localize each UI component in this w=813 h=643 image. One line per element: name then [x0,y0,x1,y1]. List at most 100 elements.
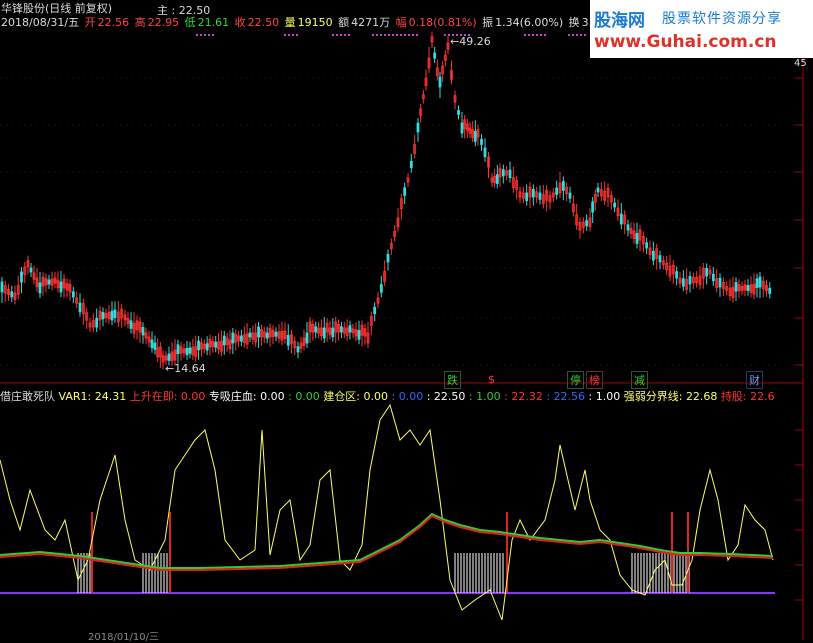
volume-label: 量 [284,16,296,29]
amplitude-value: 1.34(6.00%) [495,16,564,29]
candle-body [416,122,420,133]
top-dot [416,34,418,36]
top-dot [584,34,586,36]
top-dot [344,34,346,36]
candle-body [274,331,278,337]
candle-body [746,284,750,291]
top-dot [196,34,198,36]
indicator-series[interactable] [0,403,775,621]
candle-body [538,192,542,200]
candle-body [705,267,709,277]
candle-body [331,327,335,338]
high-price-annotation: ←49.26 [450,35,491,48]
indicator-header: 借庄敢死队 VAR1: 24.31 上升在即: 0.00 专吸庄血: 0.00 … [0,388,775,404]
top-dot [404,34,406,36]
candle-body [257,326,260,338]
candle-body [675,271,679,279]
green-ma-line [0,512,774,569]
candle-body [585,220,589,227]
top-dot [580,34,582,36]
grid-lines [0,0,804,640]
open-label: 开 [84,16,96,29]
top-dot [340,34,342,36]
candle-body [248,332,252,338]
candle-body [403,187,407,196]
candle-body [379,284,383,293]
candle-body [409,160,413,169]
right-edge-tick: 45 [794,58,807,69]
ind-blue-b: : 22.56 [546,390,586,403]
candlestick-series[interactable] [0,31,772,370]
candle-body [357,330,361,340]
top-dot [348,34,350,36]
candle-body [596,187,600,193]
candle-body [768,287,772,294]
candle-body [348,325,352,333]
candle-body [95,317,99,328]
candle-body [386,253,390,263]
candle-body [129,320,133,329]
candle-body [305,332,309,344]
top-dot [380,34,382,36]
candle-body [626,224,630,231]
ind-var1: VAR1: 24.31 [58,390,127,403]
candle-body [635,233,639,244]
watermark-logo: 股海网 股票软件资源分享 www.Guhai.com.cn [590,0,813,58]
candle-body [561,181,565,191]
marker-dollar[interactable]: $ [486,373,497,386]
top-dot [576,34,578,36]
top-dot [412,34,414,36]
top-dot [540,34,542,36]
low-price-value: 14.64 [174,362,206,375]
top-dot [444,34,446,36]
ind-white-b: : 1.00 [588,390,621,403]
marker-list[interactable]: 榜 [586,371,603,389]
candle-body [711,273,715,282]
candle-body [286,334,290,346]
candle-body [473,130,477,142]
candle-body [460,122,464,134]
top-dot [524,34,526,36]
top-dot [572,34,574,36]
top-dot [200,34,202,36]
candle-body [197,340,200,351]
candle-body [555,187,559,195]
top-dot [376,34,378,36]
main-label: 主 : 22.50 [157,4,211,17]
stock-title[interactable]: 华锋股份(日线 前复权) [1,0,112,16]
candle-body [153,342,157,350]
candle-body [78,302,82,313]
ind-name[interactable]: 借庄敢死队 [0,390,55,403]
top-dot [204,34,206,36]
marker-halt[interactable]: 停 [567,371,584,389]
stock-chart-canvas [0,0,804,640]
candle-body [591,201,595,213]
marker-reduce[interactable]: 减 [631,371,648,389]
top-dot [296,34,298,36]
candle-body [483,147,487,158]
low-price-annotation: ←14.64 [165,362,206,375]
ind-hold: 持股: 22.6 [720,390,775,403]
bottom-date: 2018/01/10/三 [88,632,160,643]
ind-green-a: : 0.00 [288,390,320,403]
candle-body [150,339,154,348]
candle-body [141,326,145,336]
top-dot [400,34,402,36]
change-label: 幅 [395,16,407,29]
candle-body [457,110,460,115]
marker-finance[interactable]: 财 [746,371,763,389]
top-dot [392,34,394,36]
ind-build: 建仓区: 0.00 [323,390,389,403]
candle-body [525,192,529,201]
candle-body [265,332,269,339]
quote-header: 2018/08/31/五 开 22.56 高 22.95 低 21.61 收 22.50… [1,14,635,30]
close-value: 22.50 [247,16,280,29]
candle-body [658,255,662,263]
marker-drop[interactable]: 跌 [444,371,461,389]
candle-body [185,347,189,356]
candle-body [651,250,655,261]
turnover-label: 换 [568,16,580,29]
candle-body [47,279,51,285]
candle-body [0,281,4,293]
top-dot [528,34,530,36]
